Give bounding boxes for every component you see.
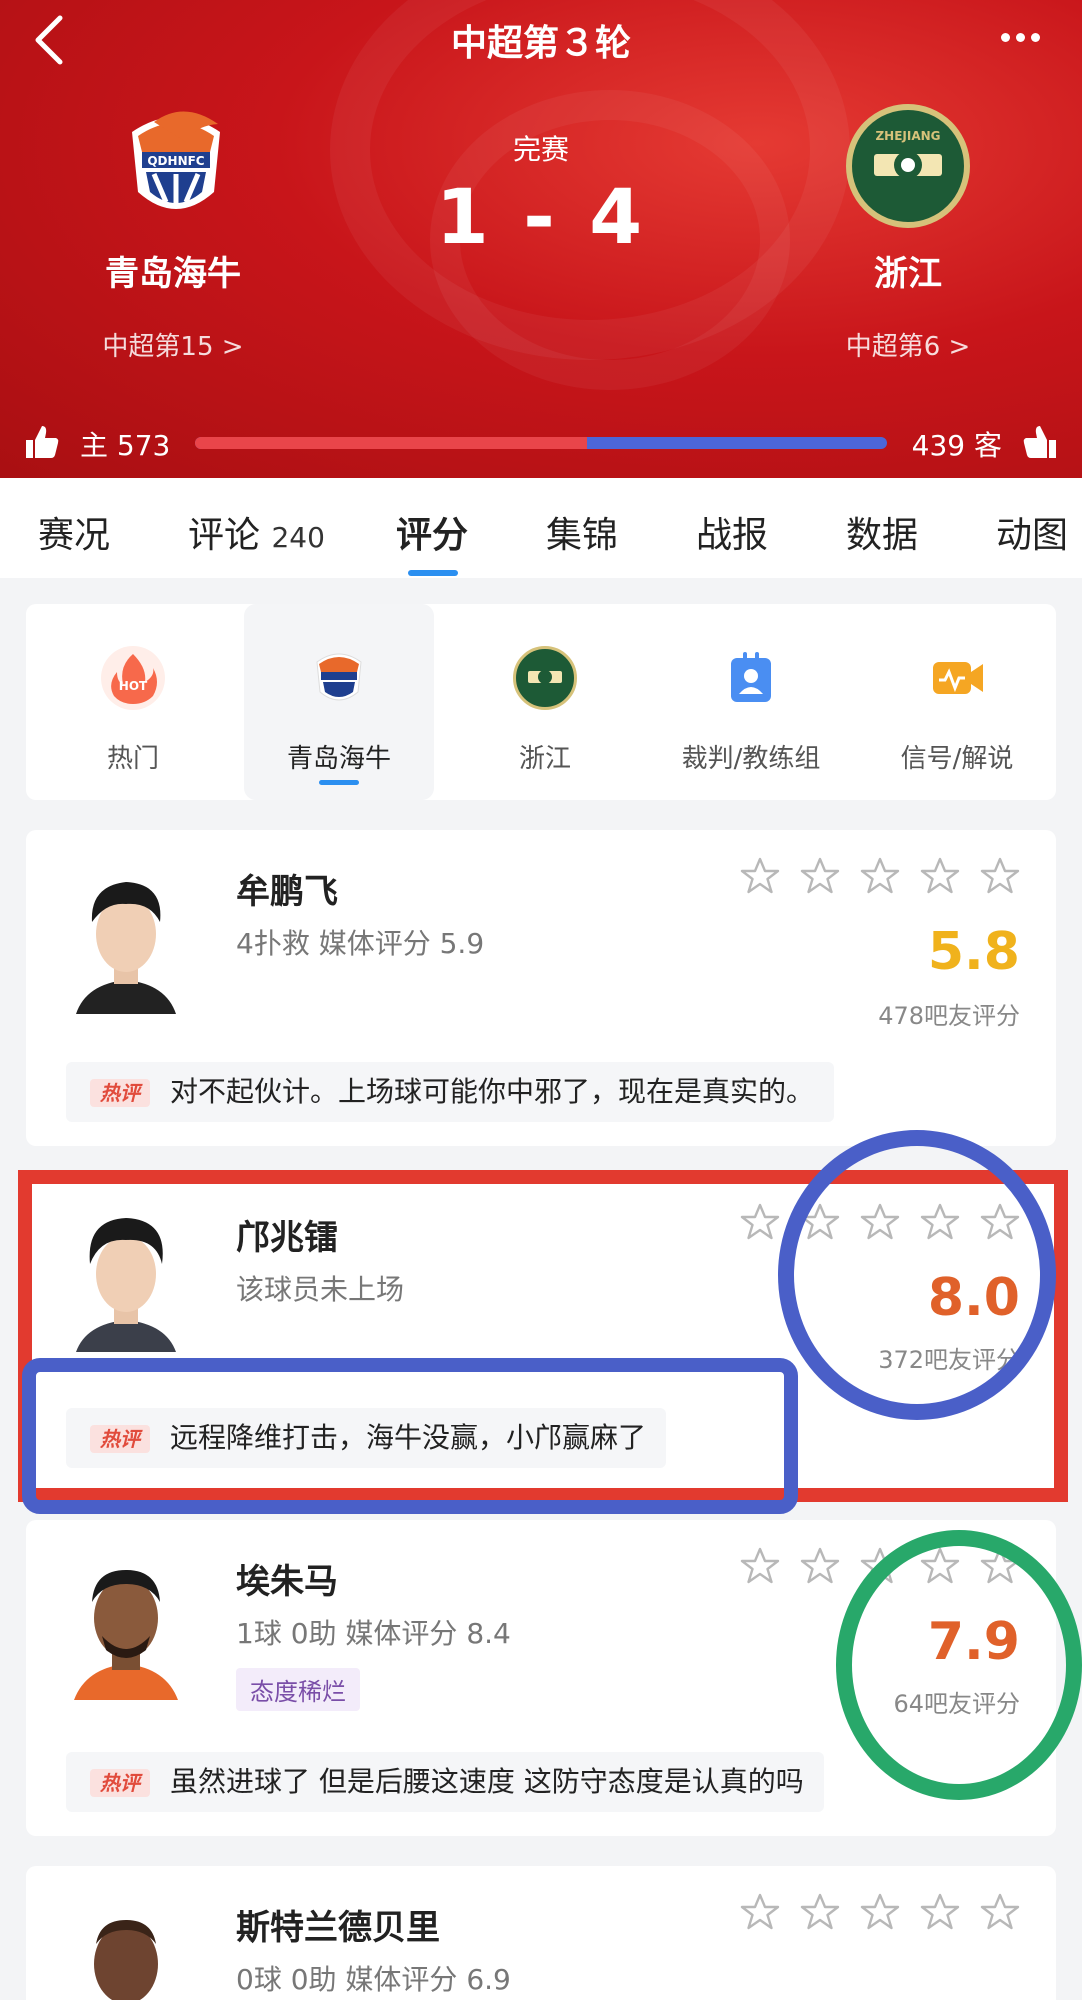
active-tab-indicator	[408, 570, 458, 576]
player-name: 埃朱马	[236, 1562, 338, 1602]
star-outline-icon[interactable]	[740, 856, 780, 896]
player-name: 牟鹏飞	[236, 872, 338, 912]
vote-ratio-bar	[195, 437, 887, 449]
tab-highlights[interactable]: 集锦	[546, 506, 618, 558]
hot-comment-text: 虽然进球了 但是后腰这速度 这防守态度是认真的吗	[170, 1765, 804, 1798]
blue-highlight-circle	[778, 1130, 1056, 1420]
player-rating-card[interactable]: 牟鹏飞 4扑救 媒体评分 5.9 5.8 478吧友评分 热评 对不起伙计。上场…	[26, 830, 1056, 1146]
rating-stars[interactable]	[740, 1892, 1020, 1932]
hot-icon: HOT	[101, 646, 165, 710]
match-header: 中超第３轮 QDHNFC 青岛海牛 中超第15 > 完赛 1 - 4 ZHEJI…	[0, 0, 1082, 478]
support-vote-row: 主 573 439 客	[0, 418, 1082, 468]
away-team-logo[interactable]: ZHEJIANG	[846, 104, 970, 228]
player-avatar	[66, 864, 186, 1014]
hot-comment-badge: 热评	[90, 1079, 150, 1107]
tab-stats[interactable]: 数据	[846, 506, 918, 558]
player-tag: 态度稀烂	[236, 1668, 360, 1711]
thumbs-up-icon[interactable]	[1022, 424, 1058, 460]
filter-signal-commentary[interactable]: 信号/解说	[862, 604, 1052, 800]
player-stats: 1球 0助 媒体评分 8.4	[236, 1617, 511, 1650]
green-highlight-circle	[836, 1530, 1082, 1800]
hot-comment-text: 对不起伙计。上场球可能你中邪了，现在是真实的。	[170, 1075, 815, 1108]
match-tabs: 赛况 评论 240 评分 集锦 战报 数据 动图	[0, 478, 1082, 578]
star-outline-icon[interactable]	[860, 1892, 900, 1932]
qingdao-logo-icon	[307, 646, 371, 710]
filter-hot[interactable]: HOT 热门	[38, 604, 228, 800]
player-avatar	[66, 1550, 186, 1700]
player-stats: 4扑救 媒体评分 5.9	[236, 927, 485, 960]
tab-report[interactable]: 战报	[696, 506, 768, 558]
blue-highlight-box	[22, 1358, 798, 1514]
tab-live[interactable]: 赛况	[38, 506, 110, 558]
signal-icon	[925, 646, 989, 710]
hot-comment-badge: 热评	[90, 1769, 150, 1797]
filter-label: 裁判/教练组	[681, 744, 821, 774]
filter-qingdao[interactable]: 青岛海牛	[244, 604, 434, 800]
star-outline-icon[interactable]	[920, 1892, 960, 1932]
away-team-rank-link[interactable]: 中超第6 >	[778, 326, 1038, 363]
rating-category-filter: HOT 热门 青岛海牛 浙江 裁判/教练组 信号/解说	[26, 604, 1056, 800]
home-team-rank-link[interactable]: 中超第15 >	[43, 326, 303, 363]
player-avatar	[66, 1894, 186, 2000]
home-vote-fill	[195, 437, 587, 449]
logo-lettering: ZHEJIANG	[875, 129, 940, 143]
star-outline-icon[interactable]	[980, 1892, 1020, 1932]
filter-referee-coaches[interactable]: 裁判/教练组	[656, 604, 846, 800]
dot-icon	[1001, 33, 1010, 42]
star-outline-icon[interactable]	[920, 856, 960, 896]
referee-icon	[719, 646, 783, 710]
star-outline-icon[interactable]	[740, 1892, 780, 1932]
hot-comment[interactable]: 热评 对不起伙计。上场球可能你中邪了，现在是真实的。	[66, 1062, 835, 1122]
hot-comment[interactable]: 热评 虽然进球了 但是后腰这速度 这防守态度是认真的吗	[66, 1752, 824, 1812]
player-stats: 0球 0助 媒体评分 6.9	[236, 1963, 511, 1996]
star-outline-icon[interactable]	[800, 1892, 840, 1932]
tab-ratings[interactable]: 评分	[396, 506, 468, 558]
filter-label: 信号/解说	[900, 744, 1014, 774]
round-title: 中超第３轮	[450, 23, 631, 64]
star-outline-icon[interactable]	[860, 856, 900, 896]
fan-score: 5.8	[927, 922, 1020, 982]
tab-comments[interactable]: 评论 240	[188, 506, 325, 558]
star-outline-icon[interactable]	[800, 856, 840, 896]
zhejiang-logo-icon: ZHEJIANG	[854, 112, 962, 220]
away-team-name[interactable]: 浙江	[778, 246, 1038, 295]
player-rating-card[interactable]: 斯特兰德贝里 0球 0助 媒体评分 6.9	[26, 1866, 1056, 2000]
away-vote-count: 439 客	[911, 429, 1002, 462]
filter-zhejiang[interactable]: 浙江	[450, 604, 640, 800]
filter-label: 浙江	[518, 744, 571, 774]
more-options-button[interactable]	[998, 18, 1054, 58]
dot-icon	[1031, 33, 1040, 42]
thumbs-up-icon[interactable]	[24, 424, 60, 460]
active-filter-indicator	[319, 780, 359, 785]
star-outline-icon[interactable]	[980, 856, 1020, 896]
player-name: 斯特兰德贝里	[236, 1908, 440, 1948]
rating-stars[interactable]	[740, 856, 1020, 896]
star-outline-icon[interactable]	[740, 1546, 780, 1586]
filter-label: 热门	[106, 744, 159, 774]
home-vote-count: 主 573	[80, 429, 171, 462]
star-outline-icon[interactable]	[800, 1546, 840, 1586]
dot-icon	[1016, 33, 1025, 42]
zhejiang-logo-icon	[513, 646, 577, 710]
tab-gifs[interactable]: 动图	[996, 506, 1068, 558]
fan-rating-count: 478吧友评分	[878, 1002, 1020, 1030]
filter-label: 青岛海牛	[286, 744, 391, 774]
hot-badge-label: HOT	[119, 679, 148, 693]
